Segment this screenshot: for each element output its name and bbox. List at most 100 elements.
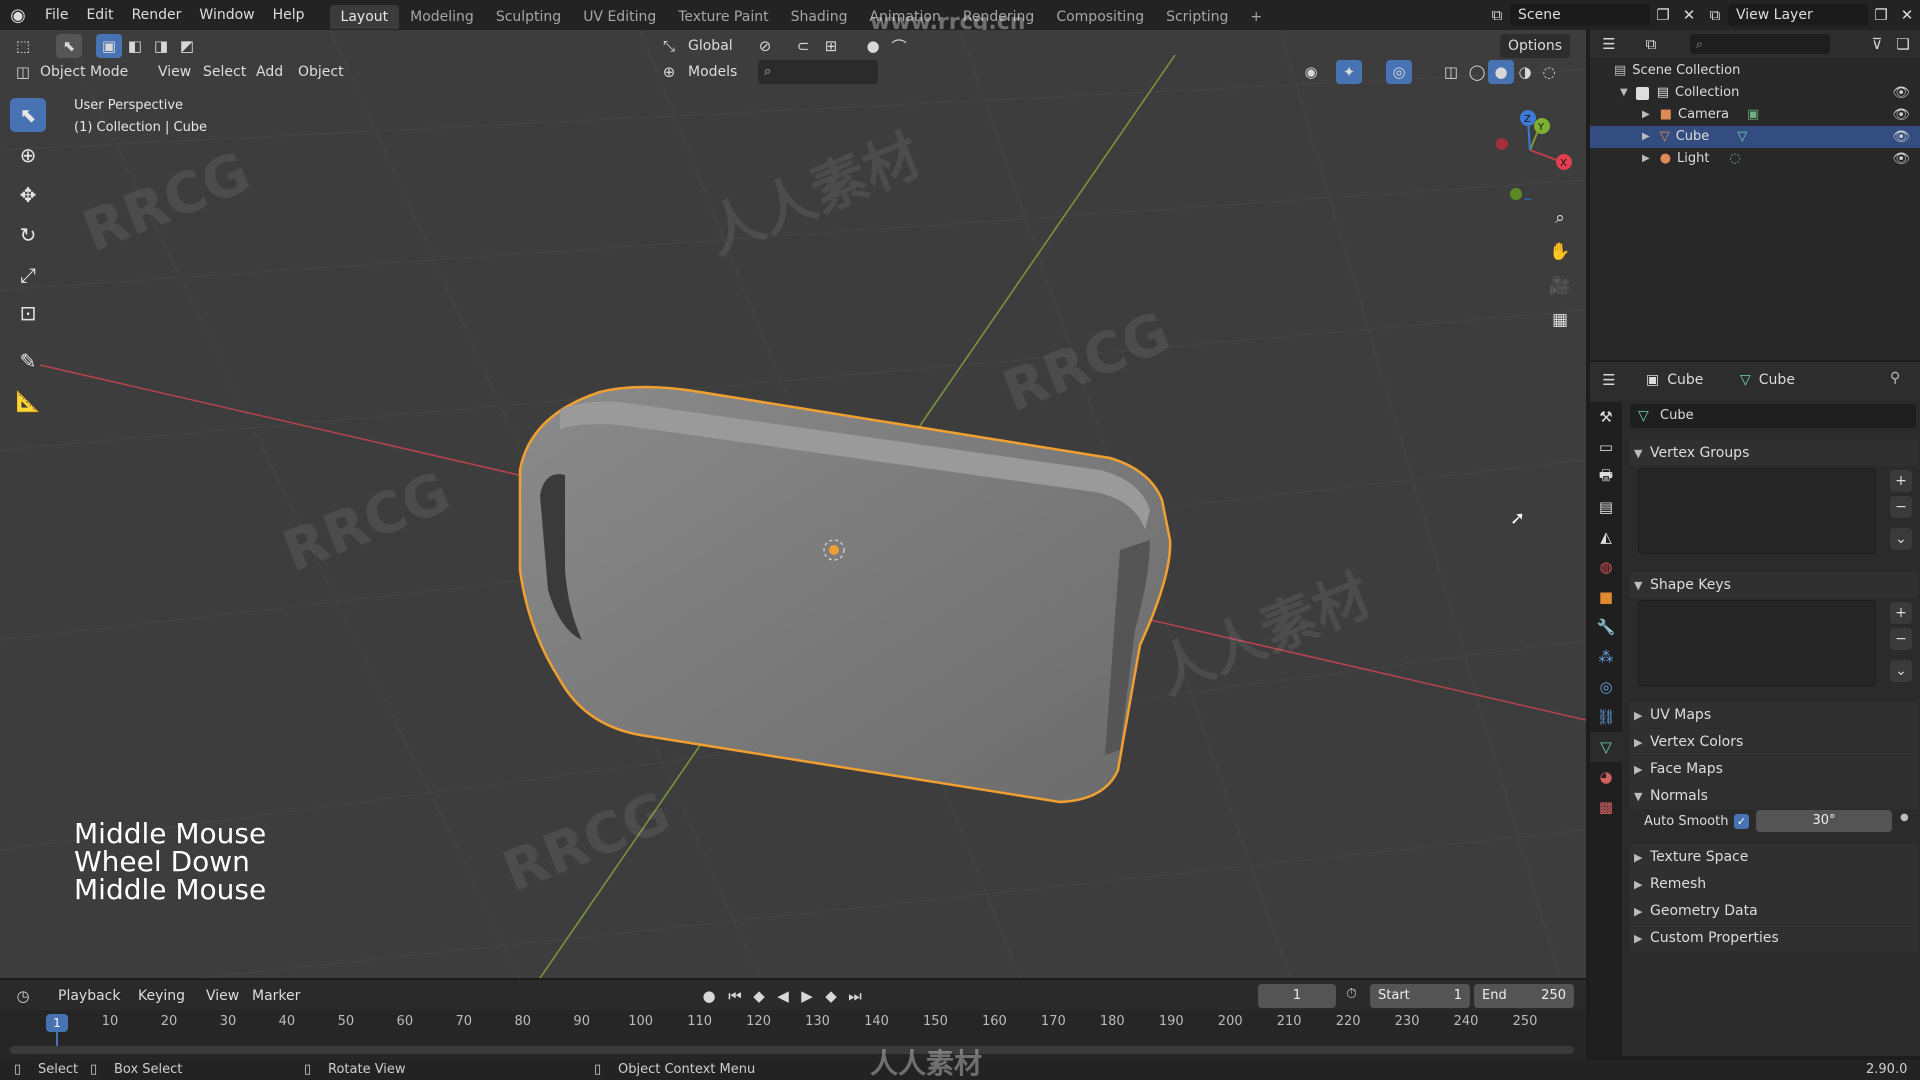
- eye-icon[interactable]: 👁: [1892, 148, 1910, 170]
- select-subtract-mode-icon[interactable]: ◨: [148, 34, 174, 58]
- collection-icon[interactable]: ⊕: [656, 60, 682, 84]
- outliner-item-camera[interactable]: ▶ ■ Camera ▣ 👁: [1590, 104, 1920, 126]
- world-tab-icon[interactable]: ◍: [1590, 552, 1622, 582]
- scene-tab-icon[interactable]: ◭: [1590, 522, 1622, 552]
- pivot-point-icon[interactable]: ⊘: [752, 34, 778, 58]
- expand-chevron-icon[interactable]: ▶: [1642, 126, 1650, 148]
- texture-tab-icon[interactable]: ▩: [1590, 792, 1622, 822]
- menu-help[interactable]: Help: [264, 0, 314, 30]
- expand-chevron-icon[interactable]: ▼: [1620, 82, 1628, 104]
- menu-window[interactable]: Window: [190, 0, 263, 30]
- constraints-tab-icon[interactable]: ⛓: [1590, 702, 1622, 732]
- tweak-tool-icon[interactable]: ⬉: [10, 98, 46, 132]
- geometry-data-panel[interactable]: ▶ Geometry Data: [1630, 898, 1918, 924]
- view-layer-delete-icon[interactable]: ✕: [1894, 3, 1920, 27]
- pan-hand-icon[interactable]: ✋: [1546, 238, 1574, 266]
- menu-view[interactable]: View: [150, 60, 199, 84]
- cursor-tool-icon[interactable]: ⊕: [10, 138, 46, 172]
- scene-browse-icon[interactable]: ⧉: [1484, 3, 1510, 27]
- eye-icon[interactable]: 👁: [1892, 82, 1910, 104]
- scene-selector[interactable]: Scene: [1510, 4, 1650, 26]
- auto-smooth-checkbox[interactable]: ✓: [1734, 814, 1749, 829]
- menu-object[interactable]: Object: [290, 60, 352, 84]
- object-breadcrumb[interactable]: ▣ Cube: [1646, 372, 1703, 388]
- playhead[interactable]: 1: [46, 1014, 68, 1032]
- mesh-breadcrumb[interactable]: ▽ Cube: [1740, 372, 1795, 388]
- outliner-item-cube[interactable]: ▶ ▽ Cube ▽ 👁: [1590, 126, 1920, 148]
- menu-edit[interactable]: Edit: [77, 0, 122, 30]
- wireframe-shading-icon[interactable]: ◯: [1464, 60, 1490, 84]
- tool-tab-icon[interactable]: ⚒: [1590, 402, 1622, 432]
- menu-select[interactable]: Select: [195, 60, 254, 84]
- eye-icon[interactable]: 👁: [1892, 126, 1910, 148]
- mesh-name-field[interactable]: Cube: [1630, 404, 1916, 428]
- vertex-groups-panel[interactable]: ▼ Vertex Groups: [1630, 440, 1918, 466]
- object-tab-icon[interactable]: ■: [1590, 582, 1622, 612]
- rotate-tool-icon[interactable]: ↻: [10, 218, 46, 252]
- eye-icon[interactable]: 👁: [1892, 104, 1910, 126]
- editor-type-icon[interactable]: ⬚: [10, 34, 36, 58]
- uv-maps-panel[interactable]: ▶ UV Maps: [1630, 702, 1918, 728]
- snap-toggle-icon[interactable]: ⊂: [790, 34, 816, 58]
- xray-toggle-icon[interactable]: ◫: [1438, 60, 1464, 84]
- outliner-search-input[interactable]: ⌕: [1690, 34, 1830, 54]
- view-layer-tab-icon[interactable]: ▤: [1590, 492, 1622, 522]
- menu-file[interactable]: File: [36, 0, 77, 30]
- tab-sculpting[interactable]: Sculpting: [485, 5, 572, 29]
- 3d-viewport[interactable]: RRCG 人人素材 RRCG RRCG 人人素材 RRCG ⬚ ⬉ ▣ ◧ ◨ …: [0, 30, 1586, 978]
- shape-keys-list[interactable]: [1638, 600, 1876, 686]
- collection-search-input[interactable]: ⌕: [758, 60, 878, 84]
- remove-vertex-group-button[interactable]: −: [1890, 496, 1912, 518]
- select-tool-icon[interactable]: ⬉: [56, 34, 82, 58]
- expand-chevron-icon[interactable]: ▶: [1642, 104, 1650, 126]
- properties-editor-icon[interactable]: ☰: [1596, 368, 1622, 392]
- tab-layout[interactable]: Layout: [329, 4, 400, 29]
- select-extend-mode-icon[interactable]: ◧: [122, 34, 148, 58]
- transform-orientation-icon[interactable]: ⤡: [656, 34, 682, 58]
- transform-orientation-dropdown[interactable]: Global: [680, 34, 741, 58]
- tab-shading[interactable]: Shading: [780, 5, 859, 29]
- timeline[interactable]: ◷ Playback Keying View Marker ● ⏮ ◆ ◀ ▶ …: [0, 980, 1586, 1060]
- tab-texture-paint[interactable]: Texture Paint: [667, 5, 779, 29]
- render-tab-icon[interactable]: ▭: [1590, 432, 1622, 462]
- texture-space-panel[interactable]: ▶ Texture Space: [1630, 844, 1918, 870]
- scale-tool-icon[interactable]: ⤢: [10, 258, 46, 292]
- move-tool-icon[interactable]: ✥: [10, 178, 46, 212]
- tab-compositing[interactable]: Compositing: [1045, 5, 1155, 29]
- select-invert-mode-icon[interactable]: ◩: [174, 34, 200, 58]
- custom-properties-panel[interactable]: ▶ Custom Properties: [1630, 925, 1918, 951]
- expand-chevron-icon[interactable]: ▶: [1642, 148, 1650, 170]
- outliner-collection[interactable]: ▼ ▤ Collection 👁: [1590, 82, 1920, 104]
- output-tab-icon[interactable]: 🖶: [1590, 462, 1622, 492]
- remesh-panel[interactable]: ▶ Remesh: [1630, 871, 1918, 897]
- shape-key-specials-button[interactable]: ⌄: [1890, 660, 1912, 682]
- object-mode-dropdown[interactable]: Object Mode: [32, 60, 136, 84]
- view-layer-copy-icon[interactable]: ❐: [1868, 3, 1894, 27]
- material-tab-icon[interactable]: ◕: [1590, 762, 1622, 792]
- physics-tab-icon[interactable]: ◎: [1590, 672, 1622, 702]
- blender-logo-icon[interactable]: ◉: [0, 0, 36, 30]
- scene-copy-icon[interactable]: ❐: [1650, 3, 1676, 27]
- timeline-scrollbar[interactable]: [10, 1046, 1574, 1054]
- proportional-edit-icon[interactable]: ●: [860, 34, 886, 58]
- modifier-tab-icon[interactable]: 🔧: [1590, 612, 1622, 642]
- remove-shape-key-button[interactable]: −: [1890, 628, 1912, 650]
- proportional-falloff-icon[interactable]: ⌒: [886, 34, 912, 58]
- vertex-colors-panel[interactable]: ▶ Vertex Colors: [1630, 729, 1918, 755]
- options-dropdown[interactable]: Options: [1500, 34, 1571, 58]
- rendered-shading-icon[interactable]: ◌: [1536, 60, 1562, 84]
- solid-shading-icon[interactable]: ●: [1488, 60, 1514, 84]
- shape-keys-panel[interactable]: ▼ Shape Keys: [1630, 572, 1918, 598]
- keyframe-dot-icon[interactable]: ●: [1900, 812, 1909, 823]
- overlay-toggle-icon[interactable]: ◎: [1386, 60, 1412, 84]
- outliner-scene-collection[interactable]: ▤ Scene Collection: [1590, 60, 1920, 82]
- measure-tool-icon[interactable]: 📐: [10, 384, 46, 418]
- mesh-data-icon[interactable]: ▽: [1737, 126, 1747, 148]
- filter-icon[interactable]: ⊽: [1864, 32, 1890, 56]
- zoom-icon[interactable]: ⌕: [1546, 204, 1574, 232]
- camera-data-icon[interactable]: ▣: [1747, 104, 1759, 126]
- collection-filter-dropdown[interactable]: Models: [680, 60, 745, 84]
- particles-tab-icon[interactable]: ⁂: [1590, 642, 1622, 672]
- gizmo-toggle-icon[interactable]: ✦: [1336, 60, 1362, 84]
- outliner-editor-icon[interactable]: ☰: [1596, 32, 1622, 56]
